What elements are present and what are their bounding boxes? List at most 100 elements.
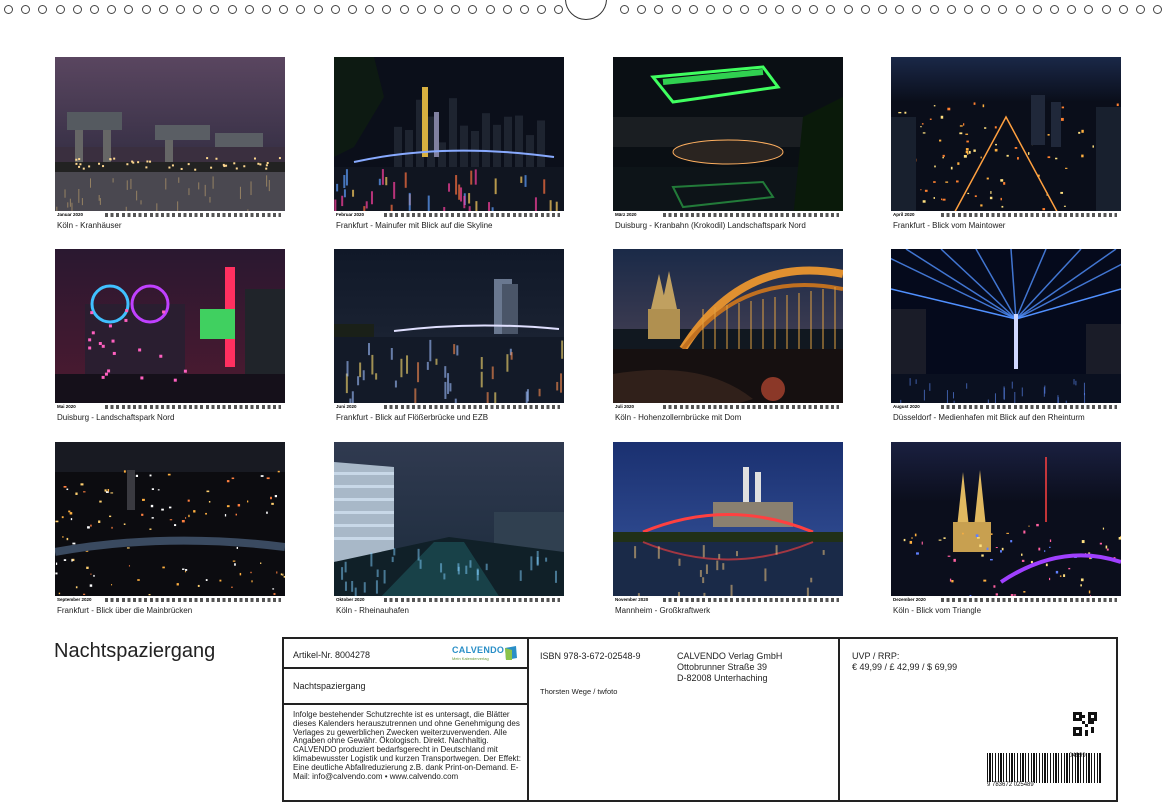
month-label: Februar 2020 (336, 212, 365, 217)
binding-ring (895, 5, 905, 14)
binding-ring (520, 5, 529, 14)
binding-ring (4, 5, 13, 14)
month-photo: Februar 2020 (334, 57, 564, 219)
day-grid (663, 598, 839, 602)
binding-ring (1032, 5, 1042, 14)
photo-caption: Duisburg - Kranbahn (Krokodil) Landschaf… (615, 221, 806, 230)
binding-ring (416, 5, 426, 14)
binding-ring (723, 5, 733, 14)
calendar-day-strip: März 2020 (613, 211, 843, 219)
month-photo: Juni 2020 (334, 249, 564, 411)
binding-ring (878, 5, 887, 14)
photo-caption: Düsseldorf - Medienhafen mit Blick auf d… (893, 413, 1085, 422)
binding-ring (792, 5, 801, 14)
binding-ring (981, 5, 991, 14)
calendar-day-strip: August 2020 (891, 403, 1121, 411)
month-photo: November 2020 (613, 442, 843, 604)
binding-ring (313, 5, 323, 14)
photo-caption: Köln - Rheinauhafen (336, 606, 409, 615)
calendar-day-strip: Juli 2020 (613, 403, 843, 411)
divider (282, 667, 528, 669)
month-photo: Mai 2020 (55, 249, 285, 411)
day-grid (384, 405, 560, 409)
month-photo: Oktober 2020 (334, 442, 564, 604)
calendar-day-strip: Dezember 2020 (891, 596, 1121, 604)
binding-ring (176, 5, 185, 14)
photo-light-beams (891, 249, 1121, 411)
photo-cranes (55, 57, 285, 219)
calendar-day-strip: Oktober 2020 (334, 596, 564, 604)
calendar-day-strip: Februar 2020 (334, 211, 564, 219)
day-grid (384, 598, 560, 602)
month-label: Mai 2020 (57, 404, 76, 409)
day-grid (105, 598, 281, 602)
binding-ring (1050, 5, 1059, 14)
binding-ring (365, 5, 375, 14)
binding-ring (72, 5, 82, 14)
binding-ring (637, 5, 647, 14)
photo-arch-bridge (613, 249, 843, 411)
calendar-day-strip: September 2020 (55, 596, 285, 604)
photo-caption: Frankfurt - Blick vom Maintower (893, 221, 1006, 230)
binding-ring (193, 5, 203, 14)
photo-cathedral (891, 442, 1121, 604)
binding-ring (434, 5, 443, 14)
binding-ring (671, 5, 681, 14)
month-label: September 2020 (57, 597, 92, 602)
binding-ring (38, 5, 48, 14)
qr-code-icon (1073, 712, 1097, 736)
binding-ring (774, 5, 784, 14)
binding-ring (399, 5, 409, 14)
day-grid (105, 213, 281, 217)
binding-ring (468, 5, 478, 14)
binding-ring (227, 5, 237, 14)
binding-ring (843, 5, 853, 14)
binding-ring (55, 5, 65, 14)
price-label: UVP / RRP: (852, 651, 900, 661)
binding-ring (757, 5, 767, 14)
article-number: Artikel-Nr. 8004278 (293, 650, 371, 660)
binding-ring (964, 5, 973, 14)
photo-caption: Mannheim - Großkraftwerk (615, 606, 711, 615)
photo-skyline-bridge (334, 57, 564, 219)
publisher-city: D-82008 Unterhaching (677, 673, 768, 683)
month-label: Januar 2020 (57, 212, 84, 217)
divider (282, 703, 528, 705)
binding-ring (1153, 5, 1163, 14)
binding-ring (1118, 5, 1128, 14)
binding-ring (485, 5, 495, 14)
photo-caption: Köln - Blick vom Triangle (893, 606, 982, 615)
binding-ring (554, 5, 564, 14)
publisher-name: CALVENDO Verlag GmbH (677, 651, 783, 661)
divider (527, 637, 529, 802)
binding-ring (502, 5, 512, 14)
binding-ring (1136, 5, 1145, 14)
photo-caption: Köln - Hohenzollernbrücke mit Dom (615, 413, 742, 422)
isbn: ISBN 978-3-672-02548-9 (540, 651, 641, 661)
logo-tagline: Mein Kalenderverlag (452, 656, 489, 661)
month-photo: Januar 2020 (55, 57, 285, 219)
calendar-day-strip: Juni 2020 (334, 403, 564, 411)
binding-ring (929, 5, 939, 14)
photo-power-plant (613, 442, 843, 604)
calendar-day-strip: Mai 2020 (55, 403, 285, 411)
month-photo: Juli 2020 (613, 249, 843, 411)
binding-ring (141, 5, 151, 14)
binding-ring (244, 5, 254, 14)
binding-ring (279, 5, 289, 14)
day-grid (941, 213, 1117, 217)
calendar-day-strip: November 2020 (613, 596, 843, 604)
calendar-day-strip: Januar 2020 (55, 211, 285, 219)
photo-city-aerial (55, 442, 285, 604)
binding-ring (158, 5, 168, 14)
binding-ring (262, 5, 271, 14)
photo-industrial (55, 249, 285, 411)
binding-ring (998, 5, 1008, 14)
month-photo: März 2020 (613, 57, 843, 219)
photo-caption: Frankfurt - Blick auf Flößerbrücke und E… (336, 413, 489, 422)
binding-ring (1015, 5, 1025, 14)
photo-bridge-tower (334, 249, 564, 411)
binding-ring (124, 5, 134, 14)
binding-ring (107, 5, 117, 14)
calendar-day-strip: April 2020 (891, 211, 1121, 219)
